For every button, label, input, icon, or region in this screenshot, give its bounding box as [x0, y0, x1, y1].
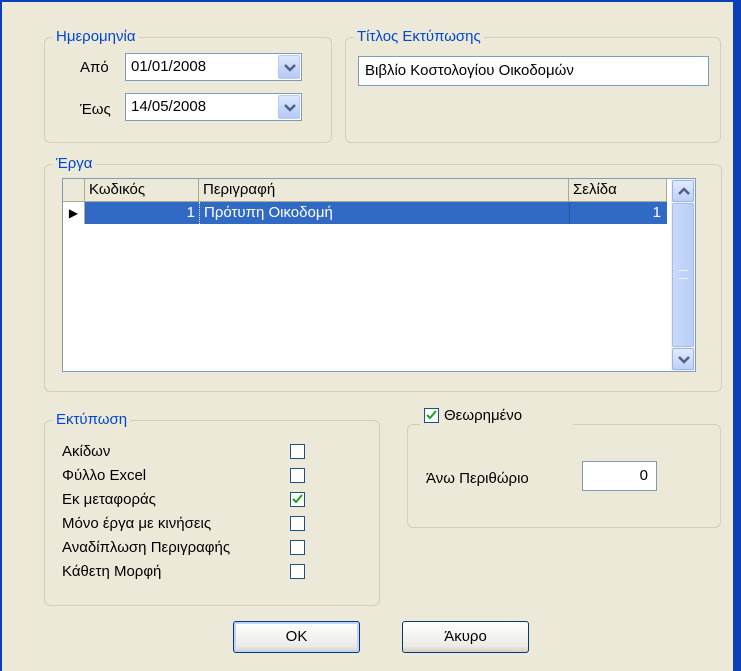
row-indicator-icon: ▶ — [63, 202, 85, 224]
top-margin-input[interactable]: 0 — [582, 461, 657, 491]
print-title-value: Βιβλίο Κοστολογίου Οικοδομών — [365, 62, 574, 79]
to-date-dropdown-button[interactable] — [278, 95, 300, 119]
ok-button[interactable]: OK — [233, 621, 360, 653]
to-date-combo[interactable]: 14/05/2008 — [125, 93, 302, 121]
grid-header: Κωδικός Περιγραφή Σελίδα — [63, 179, 667, 202]
cancel-button[interactable]: Άκυρο — [402, 621, 529, 653]
date-group-legend: Ημερομηνία — [53, 28, 139, 46]
cell-description[interactable]: Πρότυπη Οικοδομή — [199, 202, 569, 224]
chevron-down-icon — [284, 64, 296, 72]
chevron-down-icon — [678, 356, 690, 364]
print-option-checkbox[interactable] — [290, 540, 305, 555]
print-option-label: Κάθετη Μορφή — [62, 563, 162, 580]
print-option-checkbox[interactable] — [290, 468, 305, 483]
print-option-label: Αναδίπλωση Περιγραφής — [62, 539, 231, 556]
window-frame-left — [0, 0, 2, 671]
table-row[interactable]: ▶ 1 Πρότυπη Οικοδομή 1 — [63, 202, 667, 224]
column-header-code[interactable]: Κωδικός — [85, 179, 199, 201]
print-option-label: Μόνο έργα με κινήσεις — [62, 515, 212, 532]
window-frame-right — [733, 0, 741, 671]
print-title-legend: Τίτλος Εκτύπωσης — [354, 28, 484, 46]
grid-vertical-scrollbar[interactable] — [671, 179, 695, 371]
scroll-up-button[interactable] — [672, 180, 694, 202]
grid-header-corner — [63, 179, 85, 201]
top-margin-value: 0 — [639, 467, 648, 484]
print-option-checkbox[interactable] — [290, 444, 305, 459]
endorsed-checkbox[interactable] — [424, 408, 439, 423]
print-option-label: Ακίδων — [62, 443, 111, 460]
print-option-label: Εκ μεταφοράς — [62, 491, 156, 508]
scroll-thumb[interactable] — [672, 203, 694, 347]
projects-grid[interactable]: Κωδικός Περιγραφή Σελίδα ▶ 1 Πρότυπη Οικ… — [62, 178, 696, 372]
scroll-grip-icon — [679, 270, 688, 279]
print-option-checkbox[interactable] — [290, 492, 305, 507]
to-date-value: 14/05/2008 — [131, 98, 207, 115]
top-margin-label: Άνω Περιθώριο — [426, 470, 529, 487]
to-label: Έως — [80, 101, 111, 118]
from-label: Από — [80, 59, 109, 76]
cell-code[interactable]: 1 — [85, 202, 199, 224]
projects-group-legend: Έργα — [53, 155, 96, 173]
from-date-value: 01/01/2008 — [131, 58, 207, 75]
cell-page[interactable]: 1 — [569, 202, 667, 224]
endorsed-label: Θεωρημένο — [444, 407, 523, 424]
chevron-down-icon — [284, 104, 296, 112]
from-date-dropdown-button[interactable] — [278, 55, 300, 79]
print-title-input[interactable]: Βιβλίο Κοστολογίου Οικοδομών — [358, 56, 709, 86]
print-option-checkbox[interactable] — [290, 516, 305, 531]
print-option-label: Φύλλο Excel — [62, 467, 147, 484]
print-title-group: Τίτλος Εκτύπωσης — [345, 28, 721, 143]
column-header-page[interactable]: Σελίδα — [569, 179, 667, 201]
endorsed-checkbox-wrap[interactable]: Θεωρημένο — [420, 405, 573, 427]
print-options-legend: Εκτύπωση — [53, 411, 131, 429]
window-frame-top — [0, 0, 741, 2]
checkmark-icon — [292, 494, 303, 504]
checkmark-icon — [426, 410, 437, 420]
scroll-down-button[interactable] — [672, 348, 694, 370]
print-option-checkbox[interactable] — [290, 564, 305, 579]
from-date-combo[interactable]: 01/01/2008 — [125, 53, 302, 81]
chevron-up-icon — [678, 187, 690, 195]
column-header-description[interactable]: Περιγραφή — [199, 179, 569, 201]
